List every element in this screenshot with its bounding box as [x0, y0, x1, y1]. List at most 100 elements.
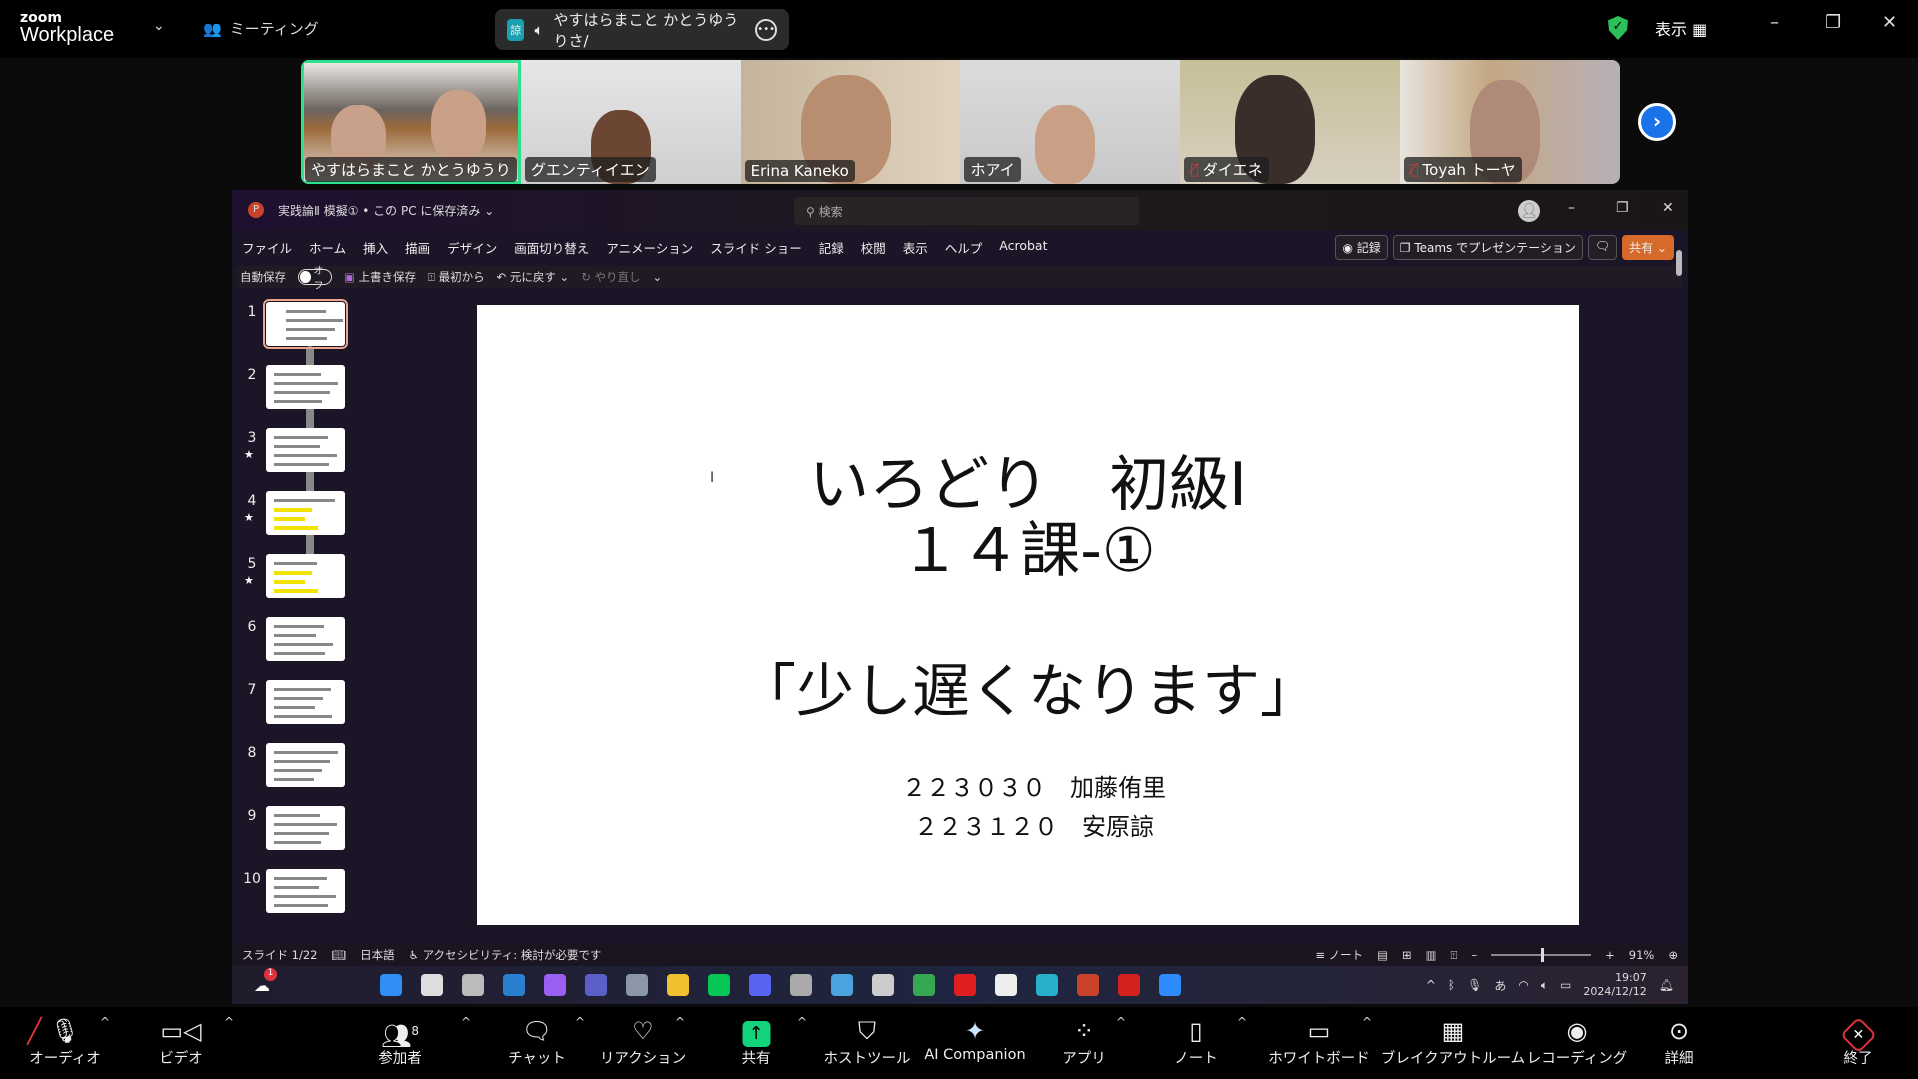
- slide-canvas[interactable]: いろどり 初級Ⅰ １４課-① 「少し遅くなります」 ２２３０３０ 加藤侑里 ２２…: [477, 305, 1579, 925]
- zoom-in-button[interactable]: +: [1605, 948, 1615, 962]
- active-speaker-pill[interactable]: 諒 🔈︎ やすはらまこと かとうゆうりさ/ •••: [495, 9, 789, 50]
- slide-thumbnail[interactable]: [266, 680, 345, 724]
- settings-icon[interactable]: [625, 974, 648, 996]
- line-icon[interactable]: [707, 974, 730, 996]
- audio-options-caret[interactable]: ^: [100, 1015, 110, 1029]
- audio-button[interactable]: 🎙︎ ╱ オーディオ: [27, 1015, 101, 1068]
- video-tile[interactable]: グエンティイエン: [520, 60, 741, 184]
- ribbon-tab[interactable]: 記録: [819, 238, 844, 257]
- slide-thumbnail[interactable]: [266, 428, 345, 472]
- apps-options-caret[interactable]: ^: [1116, 1015, 1126, 1029]
- slide-scrollbar[interactable]: [1676, 250, 1682, 276]
- language-label[interactable]: 日本語: [360, 947, 395, 963]
- ribbon-tab[interactable]: Acrobat: [999, 238, 1047, 257]
- ime-indicator[interactable]: あ: [1494, 977, 1506, 994]
- slide-sorter-icon[interactable]: ⊞: [1402, 948, 1412, 962]
- kindle-app-icon[interactable]: [994, 974, 1017, 996]
- clock[interactable]: 19:07 2024/12/12: [1583, 971, 1646, 999]
- reading-view-icon[interactable]: ▥: [1426, 948, 1437, 962]
- more-button[interactable]: ⊙ 詳細: [1665, 1015, 1694, 1068]
- chat-button[interactable]: 🗨︎ チャット: [508, 1015, 566, 1068]
- minimize-button[interactable]: –: [1770, 12, 1779, 33]
- video-options-caret[interactable]: ^: [224, 1015, 234, 1029]
- ppt-minimize-button[interactable]: –: [1568, 200, 1575, 216]
- ribbon-tab[interactable]: 表示: [903, 238, 928, 257]
- ribbon-tab[interactable]: アニメーション: [606, 238, 693, 257]
- notes-button[interactable]: ▯ ノート: [1174, 1015, 1218, 1068]
- task-view-icon[interactable]: [461, 974, 484, 996]
- acrobat-icon[interactable]: [1117, 974, 1140, 996]
- zoom-icon[interactable]: [1158, 974, 1181, 996]
- ai-companion-button[interactable]: ✦ AI Companion: [924, 1015, 1025, 1063]
- battery-icon[interactable]: ▭: [1560, 978, 1571, 992]
- from-start-button[interactable]: ⍐ 最初から: [428, 269, 485, 285]
- more-icon[interactable]: •••: [755, 18, 777, 41]
- windows-start-icon[interactable]: [379, 974, 402, 996]
- video-tile[interactable]: Erina Kaneko: [740, 60, 961, 184]
- chrome-icon[interactable]: [912, 974, 935, 996]
- customize-qat-icon[interactable]: ⌄: [652, 270, 662, 284]
- slide-thumbnail[interactable]: [266, 554, 345, 598]
- ribbon-tab[interactable]: スライド ショー: [710, 238, 801, 257]
- powerpoint-icon[interactable]: [1076, 974, 1099, 996]
- ppt-restore-button[interactable]: ❐: [1616, 200, 1629, 216]
- weather-widget[interactable]: ☁ 1: [254, 967, 277, 995]
- video-app-icon[interactable]: [953, 974, 976, 996]
- notes-options-caret[interactable]: ^: [1237, 1015, 1247, 1029]
- ribbon-tab[interactable]: 挿入: [363, 238, 388, 257]
- video-button[interactable]: ▭◁ ビデオ: [159, 1015, 203, 1068]
- reactions-button[interactable]: ♡ リアクション: [600, 1015, 686, 1068]
- whiteboard-button[interactable]: ▭ ホワイトボード: [1268, 1015, 1370, 1068]
- whiteboard-options-caret[interactable]: ^: [1362, 1015, 1372, 1029]
- redo-button[interactable]: ↻ やり直し: [581, 269, 640, 285]
- search-icon[interactable]: [420, 974, 443, 996]
- record-button[interactable]: ◉ 記録: [1335, 235, 1388, 260]
- file-explorer-icon[interactable]: [666, 974, 689, 996]
- slide-thumbnail[interactable]: [263, 299, 348, 349]
- breakout-rooms-button[interactable]: ▦ ブレイクアウトルーム: [1381, 1015, 1525, 1068]
- restore-button[interactable]: ❐: [1825, 12, 1841, 33]
- normal-view-icon[interactable]: ▤: [1377, 948, 1388, 962]
- recording-button[interactable]: ◉ レコーディング: [1527, 1015, 1627, 1068]
- teams-present-button[interactable]: ❐ Teams でプレゼンテーション: [1392, 235, 1583, 260]
- ribbon-tab[interactable]: 校閲: [861, 238, 886, 257]
- participants-options-caret[interactable]: ^: [461, 1015, 471, 1029]
- video-tile[interactable]: ホアイ: [960, 60, 1181, 184]
- copilot-icon[interactable]: [543, 974, 566, 996]
- ribbon-tab[interactable]: ホーム: [309, 238, 346, 257]
- wifi-icon[interactable]: ◠: [1518, 978, 1528, 992]
- slide-thumbnail[interactable]: [266, 806, 345, 850]
- zoom-level[interactable]: 91%: [1629, 948, 1655, 962]
- save-button[interactable]: ▣ 上書き保存: [344, 269, 416, 285]
- security-shield-icon[interactable]: ✓: [1608, 16, 1628, 40]
- fit-slide-icon[interactable]: ⊕: [1668, 948, 1678, 962]
- video-tile[interactable]: やすはらまこと かとうゆうり: [301, 60, 521, 184]
- slide-thumbnail[interactable]: [266, 491, 345, 535]
- ribbon-tab[interactable]: 描画: [405, 238, 430, 257]
- zoom-out-button[interactable]: –: [1471, 948, 1477, 962]
- participants-button[interactable]: 👥︎8 参加者: [378, 1015, 422, 1068]
- volume-icon[interactable]: 🔈︎: [1541, 978, 1548, 993]
- ppt-close-button[interactable]: ✕: [1662, 200, 1674, 216]
- spellcheck-icon[interactable]: 📖︎: [331, 948, 346, 962]
- close-button[interactable]: ✕: [1882, 12, 1897, 33]
- cc-app-icon[interactable]: [1035, 974, 1058, 996]
- document-title[interactable]: 実践論Ⅱ 模擬① • この PC に保存済み ⌄: [278, 202, 494, 219]
- ribbon-tab[interactable]: 画面切り替え: [514, 238, 589, 257]
- app-swirl-icon[interactable]: [789, 974, 812, 996]
- search-input[interactable]: ⚲ 検索: [794, 197, 1139, 225]
- zoom-slider[interactable]: [1491, 948, 1592, 962]
- notification-bell-icon[interactable]: 🔔︎: [1659, 978, 1674, 992]
- reactions-options-caret[interactable]: ^: [675, 1015, 685, 1029]
- tray-overflow-icon[interactable]: ^: [1426, 978, 1436, 992]
- slide-thumbnail[interactable]: [266, 743, 345, 787]
- video-tile[interactable]: 🎙̸ ダイエネ: [1180, 60, 1401, 184]
- meeting-menu[interactable]: 👥 ミーティング: [203, 18, 319, 39]
- chat-options-caret[interactable]: ^: [575, 1015, 585, 1029]
- host-tools-button[interactable]: ⛉ ホストツール: [824, 1015, 911, 1068]
- notepad-icon[interactable]: [830, 974, 853, 996]
- notes-button[interactable]: ≡ ノート: [1315, 947, 1363, 963]
- ribbon-tab[interactable]: ヘルプ: [945, 238, 983, 257]
- account-avatar[interactable]: 👤︎: [1518, 200, 1540, 222]
- comments-button[interactable]: 🗨︎: [1587, 235, 1618, 260]
